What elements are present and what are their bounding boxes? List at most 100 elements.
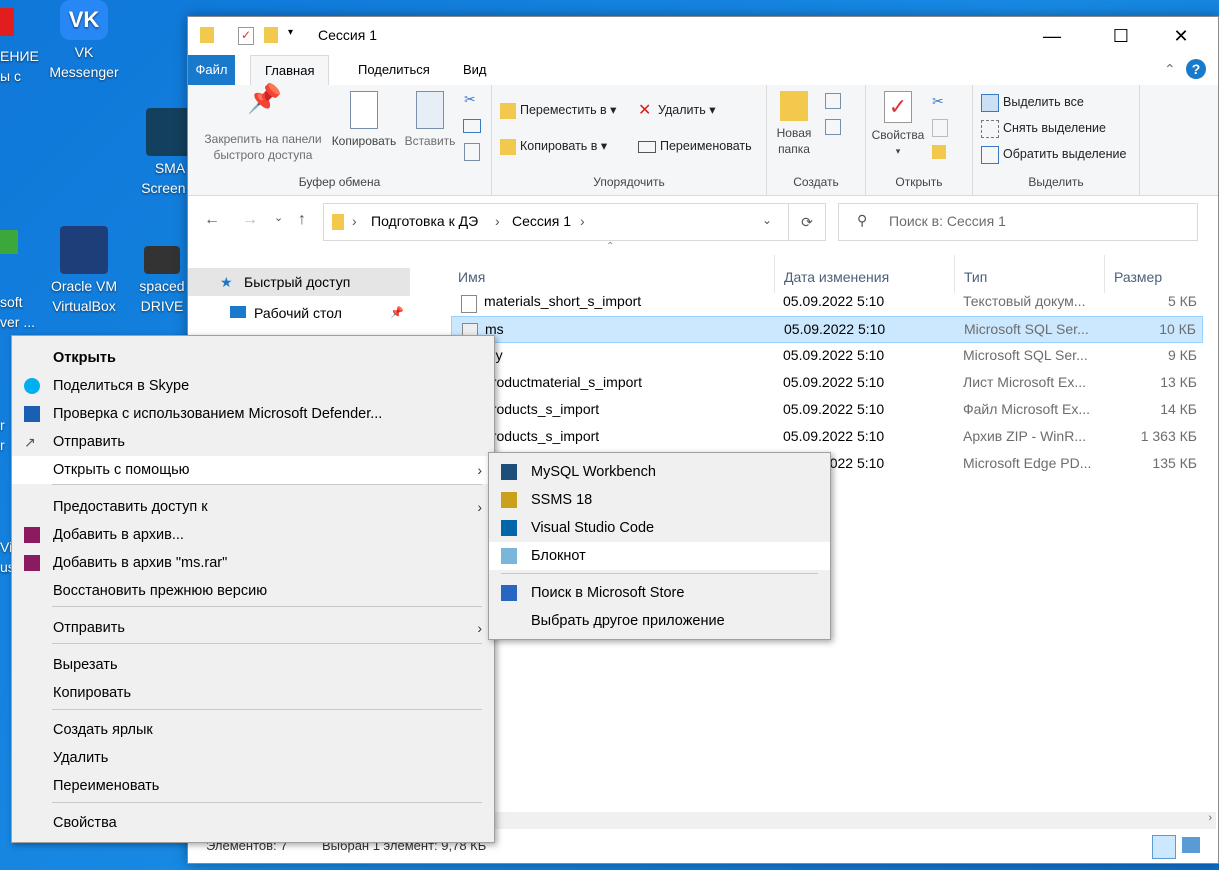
file-row[interactable]: productmaterial_s_import 05.09.2022 5:10 Л… [451, 370, 1203, 397]
ribbon-group-organize: Переместить в ▾ Копировать в ▾ ✕ Удалить … [492, 85, 767, 195]
menu-cut[interactable]: Вырезать [12, 651, 494, 679]
up-button[interactable]: ↑ [298, 211, 306, 229]
desktop-icon-vk[interactable]: VK VK Messenger [46, 0, 122, 82]
menu-item-icon [24, 378, 40, 394]
open-with-submenu: MySQL Workbench SSMS 18 Visual Studio Code… [488, 452, 831, 640]
tab-file[interactable]: Файл [188, 55, 235, 85]
submenu-notepad[interactable]: Блокнот [489, 542, 830, 570]
paste-shortcut-icon[interactable] [464, 143, 480, 161]
menu-share-skype[interactable]: Поделиться в Skype [12, 372, 494, 400]
nav-quick-access[interactable]: ★ Быстрый доступ [188, 268, 410, 296]
horizontal-scrollbar[interactable]: › [426, 812, 1216, 829]
file-name: my [484, 347, 764, 363]
menu-open-with[interactable]: Открыть с помощью › [12, 456, 494, 484]
submenu-vscode[interactable]: Visual Studio Code [489, 514, 830, 542]
properties-icon[interactable]: ✓ [238, 27, 254, 45]
maximize-button[interactable]: ☐ [1098, 17, 1144, 55]
copy-path-icon[interactable] [463, 119, 481, 133]
copy-to-button[interactable]: Копировать в ▾ [500, 135, 607, 157]
file-row[interactable]: products_s_import 05.09.2022 5:10 Файл Mic… [451, 397, 1203, 424]
menu-item-icon [24, 527, 40, 543]
breadcrumb-item[interactable]: Сессия 1 [512, 213, 571, 229]
minimize-button[interactable]: — [1029, 17, 1075, 55]
submenu-ssms[interactable]: SSMS 18 [489, 486, 830, 514]
forward-button[interactable]: → [242, 211, 258, 229]
menu-send[interactable]: ↗ Отправить [12, 428, 494, 456]
menu-create-shortcut[interactable]: Создать ярлык [12, 716, 494, 744]
submenu-ms-store[interactable]: Поиск в Microsoft Store [489, 579, 830, 607]
desktop-icon-spacedesk[interactable]: spaced DRIVE [132, 246, 192, 316]
edit-icon[interactable] [932, 119, 948, 137]
new-folder-button[interactable]: Новая папка [767, 85, 821, 157]
file-row[interactable]: my 05.09.2022 5:10 Microsoft SQL Ser... 9 К… [451, 343, 1203, 370]
open-icon[interactable]: ✂ [932, 93, 948, 109]
menu-give-access[interactable]: Предоставить доступ к › [12, 493, 494, 521]
desktop-icon-virtualbox[interactable]: Oracle VM VirtualBox [46, 226, 122, 316]
properties-button[interactable]: ✓ Свойства ▾ [866, 85, 930, 159]
app-icon [501, 548, 517, 564]
menu-restore-version[interactable]: Восстановить прежнюю версию [12, 577, 494, 605]
chevron-down-icon[interactable]: ▾ [288, 27, 302, 43]
invert-selection-button[interactable]: Обратить выделение [981, 143, 1126, 165]
menu-rename[interactable]: Переименовать [12, 772, 494, 800]
menu-properties[interactable]: Свойства [12, 809, 494, 837]
chevron-down-icon[interactable]: ⌄ [762, 213, 772, 227]
file-size: 13 КБ [1160, 374, 1197, 390]
file-date: 05.09.2022 5:10 [784, 321, 886, 337]
select-all-button[interactable]: Выделить все [981, 91, 1084, 113]
easy-access-icon[interactable] [825, 119, 841, 135]
tab-share[interactable]: Поделиться [344, 55, 444, 85]
ribbon: 📌 Закрепить на панели быстрого доступа К… [188, 85, 1218, 196]
menu-delete[interactable]: Удалить [12, 744, 494, 772]
menu-copy[interactable]: Копировать [12, 679, 494, 707]
recent-locations-button[interactable]: ⌄ [274, 211, 283, 224]
column-size[interactable]: Размер [1114, 255, 1194, 293]
delete-icon: ✕ [638, 101, 652, 119]
history-icon[interactable] [932, 145, 946, 159]
submenu-mysql-workbench[interactable]: MySQL Workbench [489, 458, 830, 486]
file-row[interactable]: materials_short_s_import 05.09.2022 5:10 Т… [451, 289, 1203, 316]
file-name: ms [485, 321, 504, 337]
invert-selection-icon [981, 145, 999, 164]
details-view-button[interactable] [1152, 835, 1176, 859]
scroll-right-icon[interactable]: › [1208, 812, 1212, 824]
pin-icon[interactable]: 📌 [390, 299, 404, 327]
delete-button[interactable]: ✕ Удалить ▾ [638, 99, 715, 121]
rename-button[interactable]: Переименовать [638, 135, 752, 157]
submenu-choose-app[interactable]: Выбрать другое приложение [489, 607, 830, 635]
column-date[interactable]: Дата изменения [784, 255, 955, 293]
cut-icon[interactable]: ✂ [464, 91, 476, 108]
file-row[interactable]: products_s_import 05.09.2022 5:10 Архив ZI… [451, 424, 1203, 451]
pin-quick-access-button[interactable]: 📌 Закрепить на панели быстрого доступа [196, 85, 330, 163]
menu-send-to[interactable]: Отправить › [12, 614, 494, 642]
menu-defender-scan[interactable]: Проверка с использованием Microsoft Defe… [12, 400, 494, 428]
column-type[interactable]: Тип [964, 255, 1105, 293]
close-button[interactable]: ✕ [1158, 17, 1204, 55]
desktop-icon-red [0, 8, 14, 36]
tab-view[interactable]: Вид [449, 55, 501, 85]
copy-button[interactable]: Копировать [326, 85, 402, 149]
help-icon[interactable]: ? [1186, 59, 1206, 79]
vk-icon: VK [60, 0, 108, 40]
search-box[interactable]: ⚲ Поиск в: Сессия 1 [838, 203, 1198, 241]
breadcrumb-item[interactable]: Подготовка к ДЭ [371, 213, 478, 229]
file-row[interactable]: ms 05.09.2022 5:10 Microsoft SQL Ser... 10 … [451, 316, 1203, 343]
nav-desktop[interactable]: Рабочий стол 📌 [230, 299, 410, 327]
new-item-icon[interactable] [825, 93, 841, 109]
collapse-ribbon-icon[interactable]: ⌃ [1164, 61, 1176, 78]
menu-add-archive[interactable]: Добавить в архив... [12, 521, 494, 549]
back-button[interactable]: ← [204, 211, 220, 229]
new-folder-icon[interactable] [264, 27, 278, 43]
column-name[interactable]: Имя [458, 255, 775, 293]
virtualbox-icon [60, 226, 108, 274]
large-icons-view-button[interactable] [1182, 837, 1200, 853]
menu-add-archive-rar[interactable]: Добавить в архив "ms.rar" [12, 549, 494, 577]
menu-open[interactable]: Открыть [12, 344, 494, 372]
select-none-button[interactable]: Снять выделение [981, 117, 1106, 139]
move-to-button[interactable]: Переместить в ▾ [500, 99, 616, 121]
app-icon [501, 464, 517, 480]
paste-button[interactable]: Вставить [402, 85, 458, 149]
address-bar[interactable]: › Подготовка к ДЭ › Сессия 1 › ⌄ [323, 203, 789, 241]
refresh-button[interactable]: ⟳ [788, 203, 826, 241]
app-icon [501, 492, 517, 508]
